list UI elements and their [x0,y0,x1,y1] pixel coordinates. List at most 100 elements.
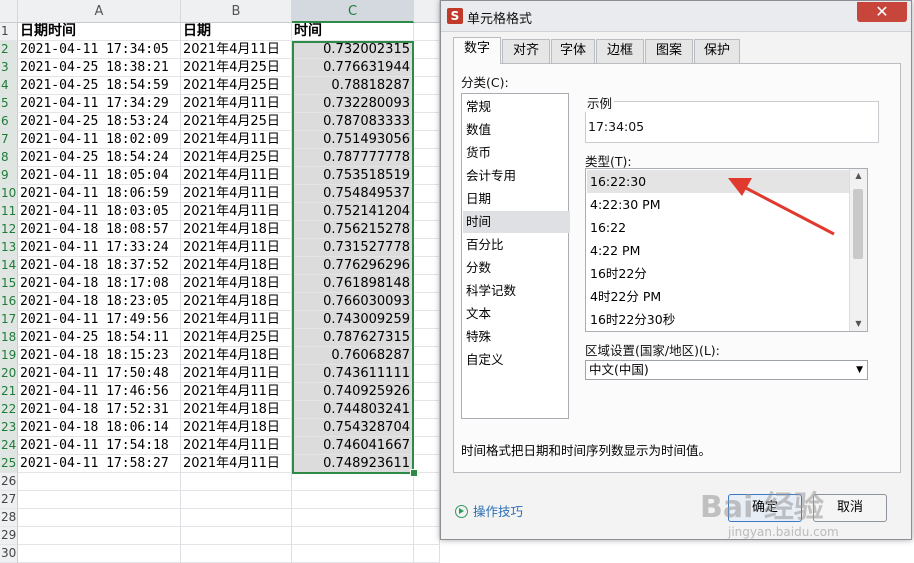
cell[interactable] [414,59,440,77]
row-number[interactable]: 15 [0,275,18,293]
cell[interactable] [414,113,440,131]
cell[interactable] [414,77,440,95]
cell[interactable] [414,257,440,275]
cell[interactable]: 2021年4月11日 [181,95,292,113]
cell[interactable]: 0.743009259 [292,311,414,329]
category-item[interactable]: 会计专用 [466,165,566,187]
cell[interactable]: 0.787627315 [292,329,414,347]
cell[interactable]: 2021-04-18 18:15:23 [18,347,181,365]
cell[interactable]: 2021年4月18日 [181,419,292,437]
cell[interactable]: 2021-04-11 17:58:27 [18,455,181,473]
scroll-thumb[interactable] [853,189,863,259]
cell[interactable]: 2021-04-11 18:02:09 [18,131,181,149]
type-list-scrollbar[interactable]: ▲ ▼ [849,169,867,331]
cell[interactable]: 0.744803241 [292,401,414,419]
column-header-a[interactable]: A [18,0,181,23]
cell[interactable]: 2021年4月18日 [181,257,292,275]
select-all-corner[interactable] [0,0,18,23]
cell[interactable]: 2021年4月11日 [181,41,292,59]
row-number[interactable]: 16 [0,293,18,311]
cell[interactable] [414,347,440,365]
cell[interactable]: 0.766030093 [292,293,414,311]
row-number[interactable]: 2 [0,41,18,59]
cell[interactable] [292,545,414,563]
type-item[interactable]: 4:22 PM [587,239,852,262]
type-item[interactable]: 4时22分 PM [587,285,852,308]
cell[interactable] [414,149,440,167]
dialog-titlebar[interactable]: S 单元格格式 ✕ [441,1,911,32]
cell[interactable]: 2021年4月11日 [181,383,292,401]
cell[interactable]: 0.748923611 [292,455,414,473]
cell[interactable]: 0.754328704 [292,419,414,437]
cell[interactable]: 0.751493056 [292,131,414,149]
cell[interactable] [18,527,181,545]
cell[interactable]: 0.76068287 [292,347,414,365]
row-number[interactable]: 17 [0,311,18,329]
cell[interactable]: 2021年4月25日 [181,149,292,167]
cell[interactable] [414,167,440,185]
cell[interactable]: 2021-04-11 18:06:59 [18,185,181,203]
header-cell[interactable]: 日期时间 [18,23,181,41]
cell[interactable] [414,527,440,545]
cell[interactable] [181,491,292,509]
column-header-c[interactable]: C [292,0,414,23]
cell[interactable]: 0.756215278 [292,221,414,239]
cell[interactable]: 2021年4月18日 [181,221,292,239]
type-list[interactable]: 16时22分30秒 4时22分 PM 16时22分 4:22 PM 16:22 4:22:… [585,168,868,332]
cell[interactable]: 2021年4月11日 [181,437,292,455]
close-button[interactable]: ✕ [857,2,907,22]
cell[interactable]: 2021-04-11 17:49:56 [18,311,181,329]
row-number[interactable]: 18 [0,329,18,347]
cell[interactable] [181,473,292,491]
cell[interactable]: 0.787777778 [292,149,414,167]
cell[interactable]: 2021年4月25日 [181,113,292,131]
cell[interactable]: 2021-04-25 18:54:11 [18,329,181,347]
cell[interactable] [181,545,292,563]
cell[interactable]: 0.754849537 [292,185,414,203]
cell[interactable]: 0.78818287 [292,77,414,95]
row-number[interactable]: 13 [0,239,18,257]
cell[interactable]: 2021年4月11日 [181,185,292,203]
row-number[interactable]: 27 [0,491,18,509]
cell[interactable]: 2021-04-18 18:17:08 [18,275,181,293]
type-item[interactable]: 16:22 [587,216,852,239]
cell[interactable] [414,311,440,329]
cell[interactable]: 0.787083333 [292,113,414,131]
category-item[interactable]: 文本 [466,303,566,325]
cell[interactable] [414,293,440,311]
cell[interactable]: 2021-04-11 18:03:05 [18,203,181,221]
cell[interactable] [181,527,292,545]
row-number[interactable]: 11 [0,203,18,221]
cell[interactable] [414,491,440,509]
cell[interactable] [414,401,440,419]
row-number[interactable]: 7 [0,131,18,149]
tips-link[interactable]: 操作技巧 [455,501,523,520]
cell[interactable] [18,545,181,563]
cell[interactable]: 2021-04-11 17:54:18 [18,437,181,455]
cell[interactable] [414,239,440,257]
cell[interactable] [414,131,440,149]
cell[interactable] [414,509,440,527]
row-number[interactable]: 9 [0,167,18,185]
cell[interactable] [414,437,440,455]
tab-1[interactable]: 数字 [453,37,501,64]
row-number[interactable]: 5 [0,95,18,113]
category-item[interactable]: 常规 [466,96,566,118]
column-header-b[interactable]: B [181,0,292,23]
cell[interactable]: 0.776631944 [292,59,414,77]
cell[interactable]: 2021-04-25 18:54:59 [18,77,181,95]
category-item[interactable]: 时间 [463,211,570,233]
cell[interactable]: 2021年4月18日 [181,347,292,365]
cell[interactable]: 2021-04-11 17:34:29 [18,95,181,113]
cell[interactable] [292,473,414,491]
cell[interactable] [414,329,440,347]
row-number[interactable]: 29 [0,527,18,545]
cell[interactable] [18,473,181,491]
row-number[interactable]: 23 [0,419,18,437]
cell[interactable]: 2021-04-25 18:54:24 [18,149,181,167]
tab-5[interactable]: 图案 [645,39,693,63]
header-cell[interactable]: 日期 [181,23,292,41]
category-item[interactable]: 科学记数 [466,280,566,302]
cell[interactable] [414,23,440,41]
cell[interactable]: 0.732280093 [292,95,414,113]
